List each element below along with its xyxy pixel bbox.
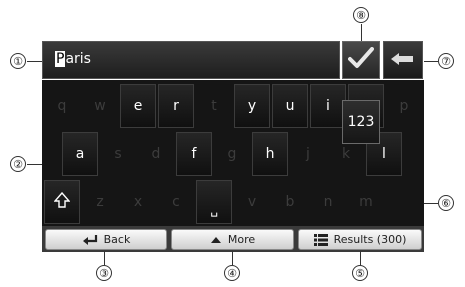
shift-arrow-icon — [53, 191, 71, 212]
numbers-key[interactable]: 123 — [342, 100, 380, 144]
key-g: g — [227, 146, 237, 162]
key-b: b — [285, 194, 295, 210]
key-e[interactable]: e — [120, 84, 156, 128]
chevron-up-icon — [210, 236, 222, 244]
search-input-text: Paris — [55, 51, 91, 67]
backspace-arrow-icon — [391, 51, 415, 70]
checkmark-icon — [348, 47, 374, 73]
key-v: v — [247, 194, 257, 210]
key-i[interactable]: i — [310, 84, 346, 128]
delete-button[interactable] — [383, 41, 423, 79]
key-z: z — [96, 194, 104, 210]
key-c: c — [172, 194, 180, 210]
key-f[interactable]: f — [176, 132, 212, 176]
key-h[interactable]: h — [252, 132, 288, 176]
callout-8: ⑧ — [353, 7, 369, 23]
key-d: d — [151, 146, 161, 162]
return-arrow-icon — [82, 234, 98, 246]
key-s: s — [114, 146, 122, 162]
more-button[interactable]: More — [171, 229, 294, 250]
callout-3: ③ — [96, 265, 112, 281]
space-key[interactable]: ␣ — [196, 180, 232, 224]
key-y[interactable]: y — [234, 84, 270, 128]
key-m: m — [359, 194, 373, 210]
key-n: n — [323, 194, 333, 210]
confirm-button[interactable] — [342, 41, 380, 79]
callout-1: ① — [10, 53, 26, 69]
key-u[interactable]: u — [272, 84, 308, 128]
callout-6: ⑥ — [438, 195, 454, 211]
key-a[interactable]: a — [62, 132, 98, 176]
callout-5: ⑤ — [352, 265, 368, 281]
results-button[interactable]: Results (300) — [298, 229, 422, 250]
callout-4: ④ — [224, 265, 240, 281]
search-input[interactable]: Paris — [42, 41, 340, 79]
back-button[interactable]: Back — [45, 229, 167, 250]
key-q: q — [57, 98, 67, 114]
key-p: p — [399, 98, 409, 114]
key-t: t — [211, 98, 217, 114]
key-x: x — [133, 194, 143, 210]
list-icon — [313, 233, 328, 246]
key-r[interactable]: r — [158, 84, 194, 128]
callout-2: ② — [10, 156, 26, 172]
key-j: j — [306, 146, 310, 162]
callout-7: ⑦ — [438, 53, 454, 69]
shift-key[interactable] — [44, 180, 80, 224]
key-w: w — [94, 98, 106, 114]
